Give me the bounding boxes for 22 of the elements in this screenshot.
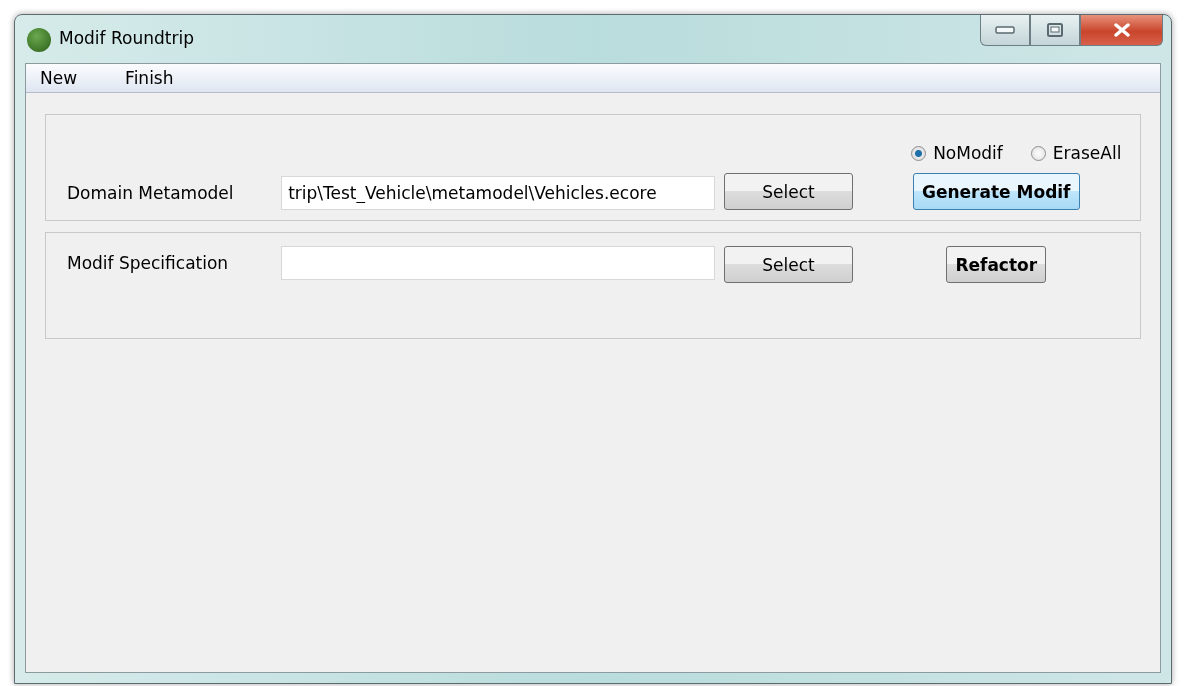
path-field[interactable] [281, 246, 716, 280]
maximize-button[interactable] [1030, 15, 1080, 46]
maximize-icon [1047, 23, 1063, 37]
action-button[interactable]: Refactor [946, 246, 1047, 283]
radio-label: EraseAll [1052, 143, 1122, 163]
app-logo-icon [27, 28, 51, 52]
radio-button[interactable] [1030, 145, 1046, 161]
action-button[interactable]: Generate Modif [913, 173, 1080, 210]
window-title: Modif Roundtrip [59, 28, 194, 48]
radio-button[interactable] [911, 145, 927, 161]
menu-item[interactable]: New [30, 68, 88, 88]
minimize-button[interactable] [980, 15, 1030, 46]
menu-item[interactable]: Finish [115, 68, 184, 88]
minimize-icon [995, 26, 1015, 34]
close-button[interactable] [1080, 15, 1163, 46]
radio-label: NoModif [933, 143, 1003, 163]
select-button[interactable]: Select [724, 173, 853, 210]
path-field[interactable]: trip\Test_Vehicle\metamodel\Vehicles.ecore [281, 176, 716, 210]
field-label: Modif Specification [67, 252, 230, 275]
select-button[interactable]: Select [724, 246, 853, 283]
field-label: Domain Metamodel [67, 182, 235, 205]
close-icon [1112, 23, 1131, 37]
